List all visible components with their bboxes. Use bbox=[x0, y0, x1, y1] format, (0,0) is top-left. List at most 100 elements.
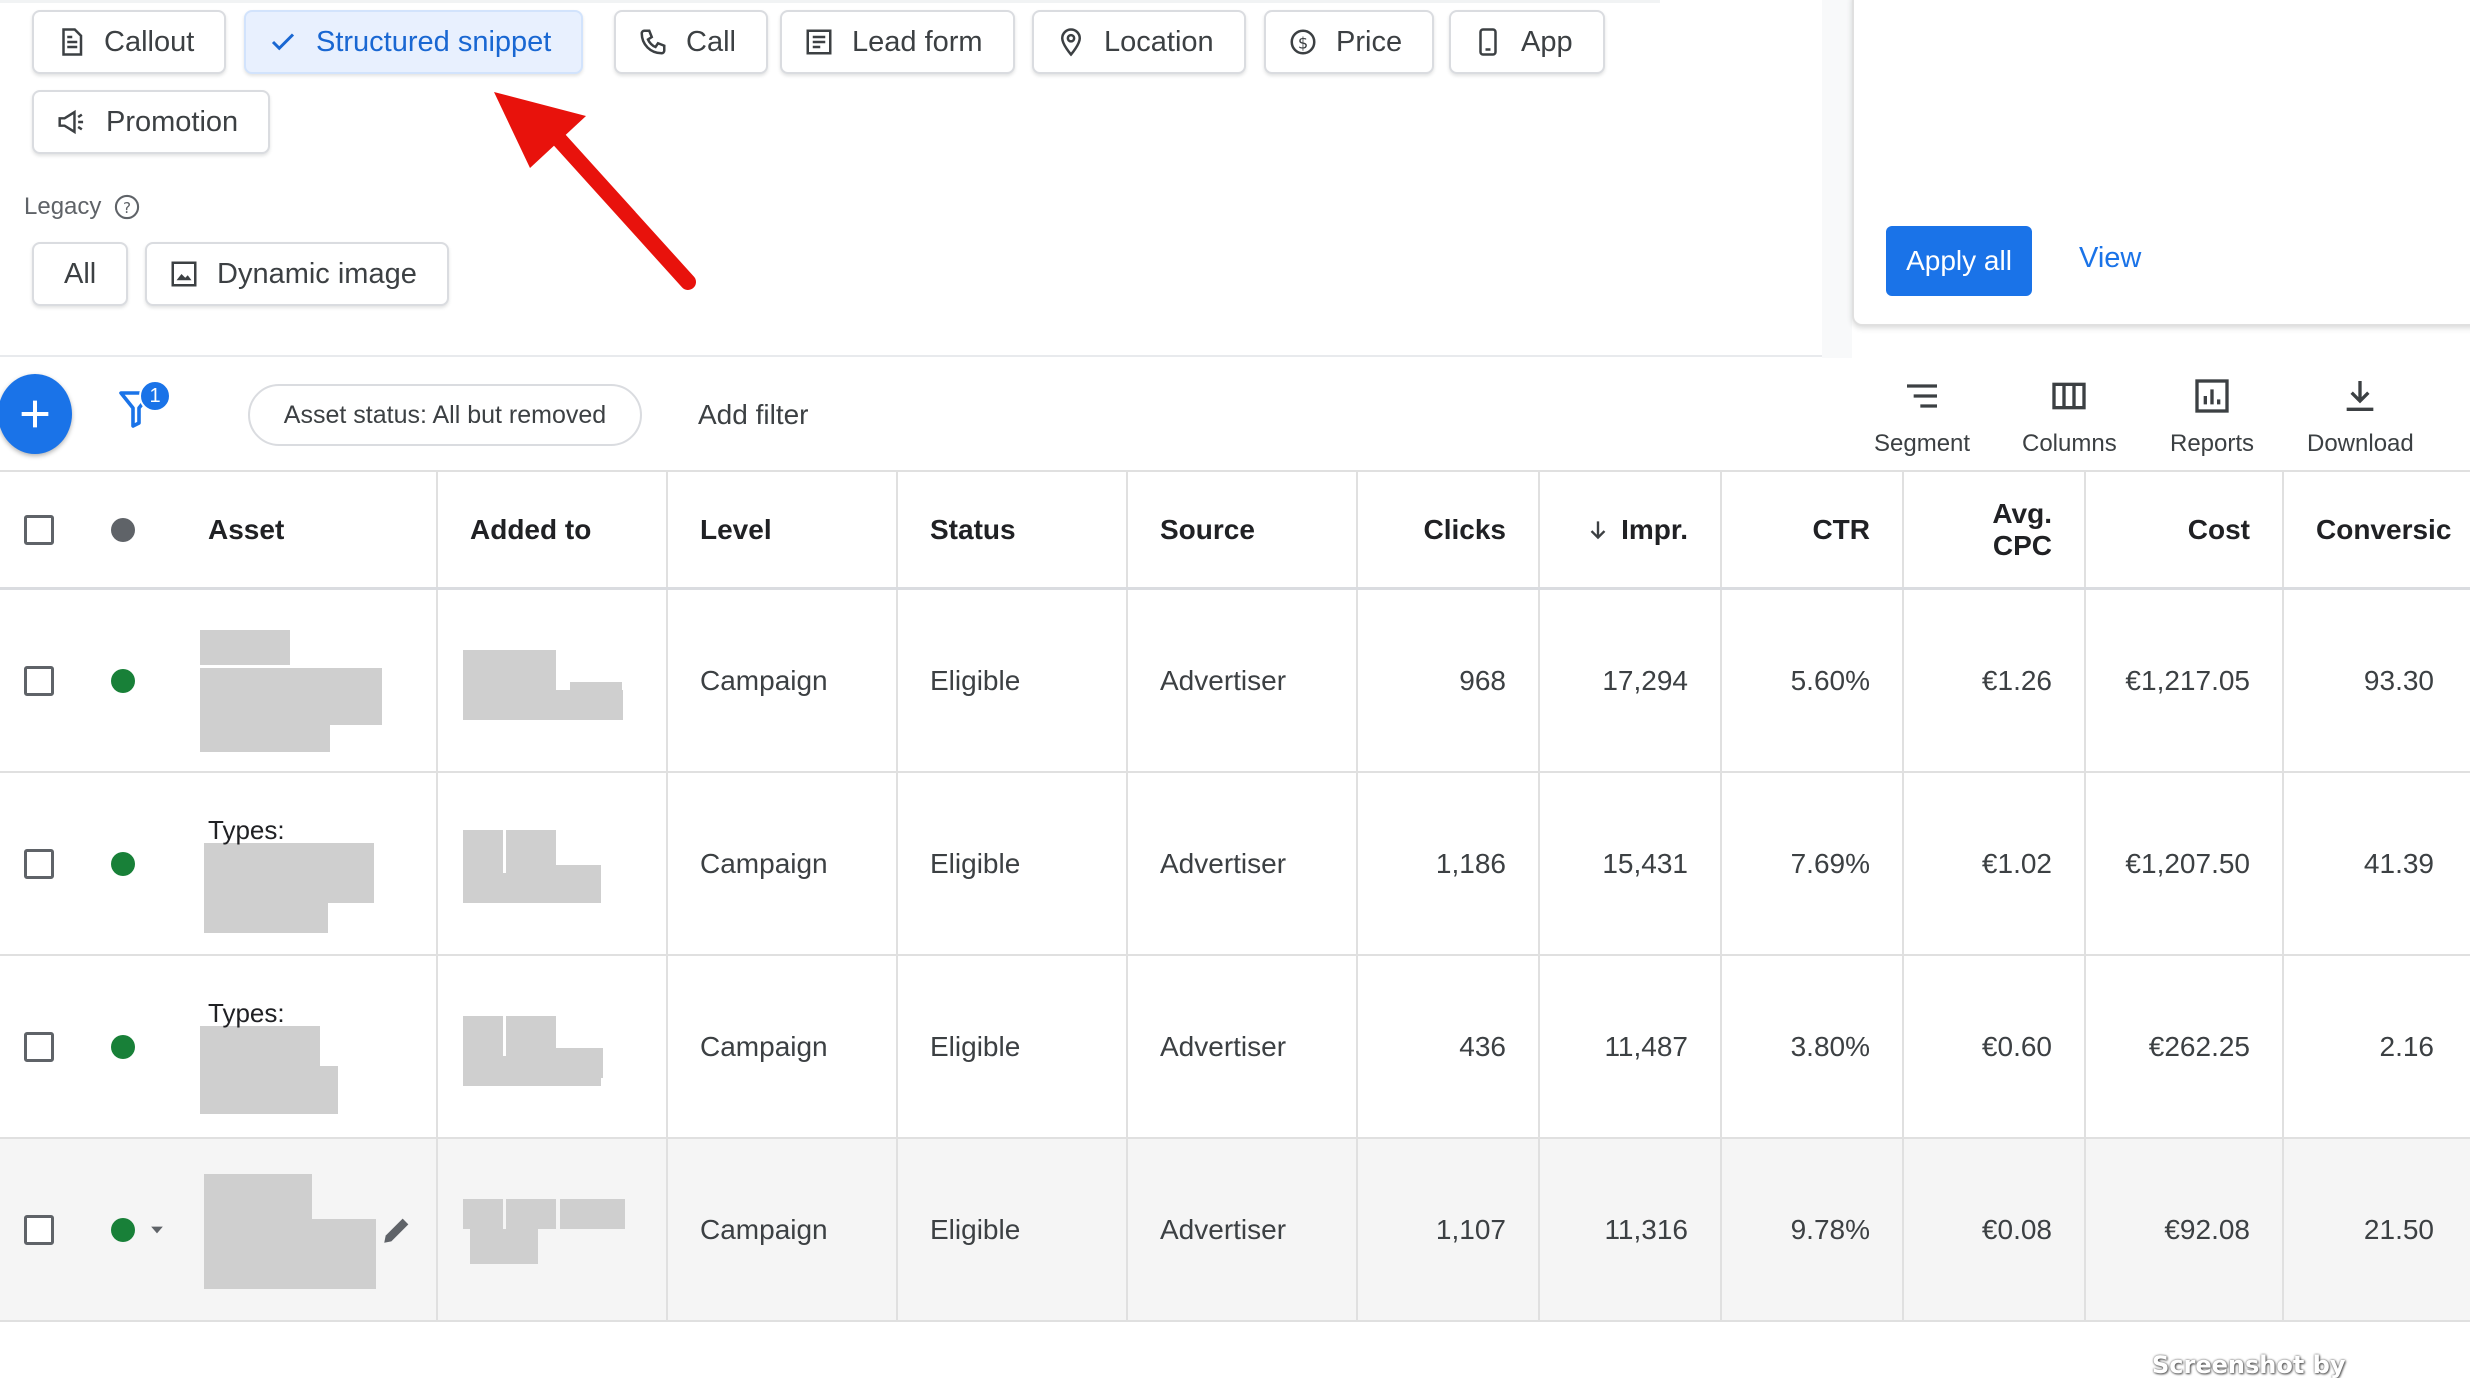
cell-ctr: 3.80% bbox=[1790, 1030, 1870, 1062]
table-row[interactable]: Types: Campaign Eligible Advertiser 436 11,48… bbox=[0, 956, 2470, 1139]
eligible-status-dot-icon bbox=[111, 1034, 135, 1059]
row-checkbox[interactable] bbox=[24, 665, 54, 696]
cell-conversions: 2.16 bbox=[2379, 1030, 2435, 1062]
cell-clicks: 436 bbox=[1459, 1030, 1506, 1062]
cell-source: Advertiser bbox=[1160, 1030, 1287, 1062]
table-row[interactable]: Campaign Eligible Advertiser 968 17,294 5.60%… bbox=[0, 590, 2470, 773]
cell-source: Advertiser bbox=[1160, 847, 1287, 879]
column-divider bbox=[436, 1139, 438, 1320]
chip-label: Location bbox=[1104, 25, 1214, 58]
column-divider bbox=[436, 472, 438, 587]
watermark: Screenshot by Xnapper.com bbox=[2152, 1351, 2346, 1378]
row-status-cell bbox=[111, 956, 135, 1137]
callout-chip[interactable]: Callout bbox=[32, 10, 227, 74]
panel-gutter bbox=[1822, 0, 1852, 358]
cell-source: Advertiser bbox=[1160, 664, 1287, 696]
redacted-asset-block bbox=[200, 715, 330, 752]
header-added-to[interactable]: Added to bbox=[470, 472, 591, 587]
header-clicks[interactable]: Clicks bbox=[1356, 472, 1507, 587]
eligible-status-dot-icon bbox=[111, 1217, 135, 1242]
filter-count-badge: 1 bbox=[139, 380, 171, 412]
location-chip[interactable]: Location bbox=[1032, 10, 1246, 74]
add-filter-button[interactable]: Add filter bbox=[698, 399, 809, 431]
price-chip[interactable]: $ Price bbox=[1264, 10, 1435, 74]
header-conversions[interactable]: Conversic bbox=[2316, 472, 2470, 587]
reports-button[interactable]: Reports bbox=[2170, 376, 2254, 458]
top-strip bbox=[0, 0, 1660, 3]
row-status-cell bbox=[111, 590, 135, 771]
redacted-asset-block bbox=[200, 1066, 338, 1114]
asset-types-label: Types: bbox=[208, 815, 285, 845]
header-ctr[interactable]: CTR bbox=[1720, 472, 1870, 587]
cell-level: Campaign bbox=[700, 847, 828, 879]
asset-types-label: Types: bbox=[208, 998, 285, 1028]
chip-label: All bbox=[64, 257, 97, 290]
header-asset[interactable]: Asset bbox=[208, 472, 284, 587]
lead-form-chip[interactable]: Lead form bbox=[780, 10, 1015, 74]
dropdown-caret-icon[interactable] bbox=[147, 1220, 167, 1240]
header-source[interactable]: Source bbox=[1160, 472, 1255, 587]
document-icon bbox=[62, 28, 83, 56]
column-divider bbox=[436, 773, 438, 954]
app-chip[interactable]: App bbox=[1449, 10, 1605, 74]
table-row[interactable]: Campaign Eligible Advertiser 1,107 11,316 9.7… bbox=[0, 1139, 2470, 1322]
cell-avg-cpc: €0.60 bbox=[1981, 1030, 2052, 1062]
row-checkbox[interactable] bbox=[24, 1214, 54, 1245]
redacted-asset-block bbox=[204, 1219, 376, 1289]
cell-impressions: 17,294 bbox=[1602, 664, 1688, 696]
cell-clicks: 1,107 bbox=[1435, 1213, 1506, 1245]
redacted-asset-block bbox=[200, 630, 290, 665]
column-divider bbox=[666, 472, 668, 587]
chip-label: Promotion bbox=[106, 105, 239, 138]
dynamic-image-chip[interactable]: Dynamic image bbox=[145, 242, 449, 306]
price-icon: $ bbox=[1290, 29, 1316, 55]
row-checkbox[interactable] bbox=[24, 848, 54, 879]
header-avg-cpc[interactable]: Avg. CPC bbox=[1902, 472, 2052, 587]
column-divider bbox=[436, 590, 438, 771]
table-header: Asset Added to Level Status Source Click… bbox=[0, 470, 2470, 590]
view-link[interactable]: View bbox=[2079, 242, 2141, 275]
help-icon[interactable]: ? bbox=[113, 193, 141, 221]
cell-status: Eligible bbox=[930, 664, 1021, 696]
download-button[interactable]: Download bbox=[2307, 376, 2414, 458]
row-checkbox-cell bbox=[24, 1139, 54, 1320]
header-status[interactable]: Status bbox=[930, 472, 1016, 587]
header-cost[interactable]: Cost bbox=[2084, 472, 2250, 587]
edit-pencil-icon[interactable] bbox=[380, 1213, 414, 1247]
status-dot-header bbox=[111, 472, 135, 587]
header-impressions[interactable]: Impr. bbox=[1538, 472, 1688, 587]
location-pin-icon bbox=[1060, 28, 1082, 57]
column-divider bbox=[2282, 472, 2284, 587]
segment-button[interactable]: Segment bbox=[1874, 376, 1970, 458]
cell-impressions: 15,431 bbox=[1602, 847, 1688, 879]
structured-snippet-chip[interactable]: Structured snippet bbox=[244, 10, 584, 74]
cell-conversions: 41.39 bbox=[2363, 847, 2434, 879]
select-all-checkbox[interactable] bbox=[24, 514, 54, 545]
column-divider bbox=[666, 1139, 668, 1320]
header-level[interactable]: Level bbox=[700, 472, 772, 587]
chip-label: Price bbox=[1336, 25, 1403, 58]
image-icon bbox=[171, 261, 197, 287]
chip-label: Lead form bbox=[852, 25, 983, 58]
call-chip[interactable]: Call bbox=[614, 10, 768, 74]
row-checkbox[interactable] bbox=[24, 1031, 54, 1062]
status-dot-icon bbox=[111, 517, 135, 542]
svg-text:?: ? bbox=[123, 199, 131, 217]
columns-button[interactable]: Columns bbox=[2022, 376, 2117, 458]
asset-status-filter-chip[interactable]: Asset status: All but removed bbox=[248, 384, 642, 446]
column-divider bbox=[666, 590, 668, 771]
sort-down-arrow-icon bbox=[1590, 520, 1606, 539]
table-row[interactable]: Types: Campaign Eligible Advertiser 1,186 15,… bbox=[0, 773, 2470, 956]
checkmark-icon bbox=[271, 33, 295, 51]
apply-all-button[interactable]: Apply all bbox=[1886, 226, 2032, 296]
promotion-chip[interactable]: Promotion bbox=[32, 90, 271, 154]
columns-icon bbox=[2052, 382, 2087, 410]
redacted-added-to-block bbox=[470, 1229, 538, 1264]
eligible-status-dot-icon bbox=[111, 668, 135, 693]
cell-source: Advertiser bbox=[1160, 1213, 1287, 1245]
cell-conversions: 21.50 bbox=[2363, 1213, 2434, 1245]
add-button[interactable] bbox=[0, 374, 72, 454]
all-chip[interactable]: All bbox=[32, 242, 129, 306]
column-divider bbox=[1126, 472, 1128, 587]
cell-conversions: 93.30 bbox=[2363, 664, 2434, 696]
